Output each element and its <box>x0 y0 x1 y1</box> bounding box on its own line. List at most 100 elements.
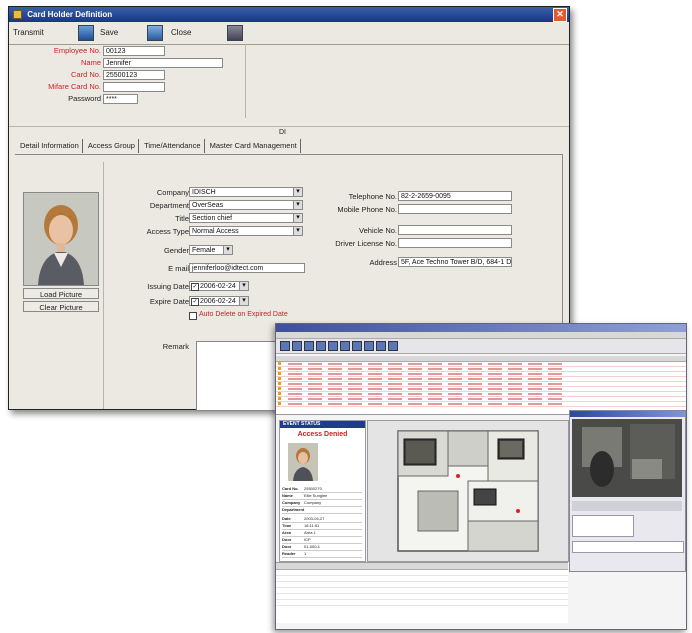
vehicle-field[interactable] <box>398 225 512 235</box>
tab-underline <box>15 154 563 155</box>
event-row[interactable] <box>276 402 686 407</box>
app-icon <box>13 10 22 20</box>
monitoring-window: EVENT STATUS Access Denied Card No. 25500… <box>275 323 687 630</box>
camera-path-field[interactable] <box>572 541 684 553</box>
driver-license-field[interactable] <box>398 238 512 248</box>
monitor-toolbar <box>276 339 686 354</box>
password-label: Password <box>68 94 101 103</box>
issuing-date-checkbox[interactable]: ✓ <box>191 283 199 291</box>
event-history-list[interactable] <box>276 562 568 623</box>
mifare-card-field[interactable] <box>103 82 165 92</box>
header-bottom-line <box>9 126 569 127</box>
monitor-tool-icon[interactable] <box>292 341 302 351</box>
mifare-card-label: Mifare Card No. <box>48 82 101 91</box>
status-row: Reader 1 <box>282 550 362 558</box>
telephone-field[interactable]: 82-2-2659-0095 <box>398 191 512 201</box>
email-label: E mail <box>168 264 189 273</box>
auto-delete-checkbox[interactable] <box>189 312 197 320</box>
portrait-image <box>24 193 98 285</box>
event-photo <box>288 443 318 481</box>
event-history-header <box>276 563 568 570</box>
telephone-label: Telephone No. <box>348 192 397 201</box>
monitor-tool-icon[interactable] <box>304 341 314 351</box>
employee-no-field[interactable]: 00123 <box>103 46 165 56</box>
camera-controls[interactable] <box>572 501 682 511</box>
company-select[interactable]: IDISCH <box>189 187 303 197</box>
window-title: Card Holder Definition <box>27 10 113 19</box>
close-button[interactable]: Close <box>171 25 191 41</box>
history-row[interactable] <box>276 600 568 606</box>
event-portrait-image <box>288 443 318 481</box>
gender-label: Gender <box>163 246 189 255</box>
vehicle-label: Vehicle No. <box>359 226 397 235</box>
gender-select[interactable]: Female <box>189 245 233 255</box>
monitor-tool-icon[interactable] <box>280 341 290 351</box>
name-label: Name <box>80 58 101 67</box>
address-field[interactable]: 5F, Ace Techno Tower B/D, 684-1 Dei <box>398 257 512 267</box>
monitor-tool-icon[interactable] <box>352 341 362 351</box>
monitor-title-bar <box>276 324 686 332</box>
tab-bar: Detail Information Access Group Time/Att… <box>17 139 301 153</box>
auto-delete-label: Auto Delete on Expired Date <box>199 311 288 318</box>
save-button[interactable]: Save <box>100 25 118 41</box>
tab-master-card-management[interactable]: Master Card Management <box>207 139 301 153</box>
floor-plan-image <box>368 421 568 561</box>
toolbar: Transmit Save Close <box>9 22 569 45</box>
driver-license-label: Driver License No. <box>335 239 397 248</box>
event-status-panel: EVENT STATUS Access Denied Card No. 25500… <box>279 420 366 562</box>
access-type-select[interactable]: Normal Access <box>189 226 303 236</box>
title-select[interactable]: Section chief <box>189 213 303 223</box>
expire-date-label: Expire Date <box>149 297 189 306</box>
name-field[interactable]: Jennifer <box>103 58 223 68</box>
transmit-icon[interactable] <box>78 25 94 41</box>
monitor-tool-icon[interactable] <box>328 341 338 351</box>
tab-time-attendance[interactable]: Time/Attendance <box>141 139 205 153</box>
monitor-menu-bar <box>276 332 686 339</box>
event-list[interactable] <box>276 356 686 415</box>
status-row: Department <box>282 506 362 514</box>
save-icon[interactable] <box>147 25 163 41</box>
load-picture-button[interactable]: Load Picture <box>23 288 99 299</box>
camera-view <box>572 419 682 497</box>
camera-list[interactable] <box>572 515 634 537</box>
monitor-tool-icon[interactable] <box>376 341 386 351</box>
card-no-field[interactable]: 25500123 <box>103 70 165 80</box>
transmit-button[interactable]: Transmit <box>13 25 44 41</box>
close-icon[interactable] <box>227 25 243 41</box>
issuing-date-label: Issuing Date <box>147 282 189 291</box>
title-bar: Card Holder Definition ✕ <box>9 7 569 22</box>
email-field[interactable]: jenniferloo@idtect.com <box>189 263 305 273</box>
employee-no-label: Employee No. <box>53 46 101 55</box>
department-select[interactable]: OverSeas <box>189 200 303 210</box>
monitor-tool-icon[interactable] <box>388 341 398 351</box>
floor-plan-map[interactable] <box>367 420 569 562</box>
cardholder-photo <box>23 192 99 286</box>
tab-detail-information[interactable]: Detail Information <box>17 139 83 153</box>
company-label: Company <box>156 188 189 197</box>
title-label: Title <box>175 214 189 223</box>
clear-picture-button[interactable]: Clear Picture <box>23 301 99 312</box>
monitor-tool-icon[interactable] <box>340 341 350 351</box>
photo-divider <box>103 162 104 409</box>
section-marker: DI <box>279 129 286 136</box>
access-type-label: Access Type <box>146 227 189 236</box>
close-window-button[interactable]: ✕ <box>553 8 567 22</box>
card-no-label: Card No. <box>70 70 101 79</box>
tab-access-group[interactable]: Access Group <box>85 139 139 153</box>
camera-viewer[interactable] <box>569 410 686 572</box>
header-divider <box>245 44 246 118</box>
camera-title-bar <box>570 411 685 417</box>
address-label: Address <box>369 258 397 267</box>
password-field[interactable]: **** <box>103 94 138 104</box>
mobile-field[interactable] <box>398 204 512 214</box>
monitor-tool-icon[interactable] <box>364 341 374 351</box>
mobile-label: Mobile Phone No. <box>337 205 397 214</box>
access-status: Access Denied <box>297 431 348 438</box>
expire-date-checkbox[interactable]: ✓ <box>191 298 199 306</box>
monitor-tool-icon[interactable] <box>316 341 326 351</box>
remark-label: Remark <box>162 342 189 351</box>
event-status-title: EVENT STATUS <box>280 421 365 428</box>
department-label: Department <box>149 201 189 210</box>
header-panel: Employee No. 00123 Name Jennifer Card No… <box>9 44 569 130</box>
camera-image <box>572 419 682 497</box>
